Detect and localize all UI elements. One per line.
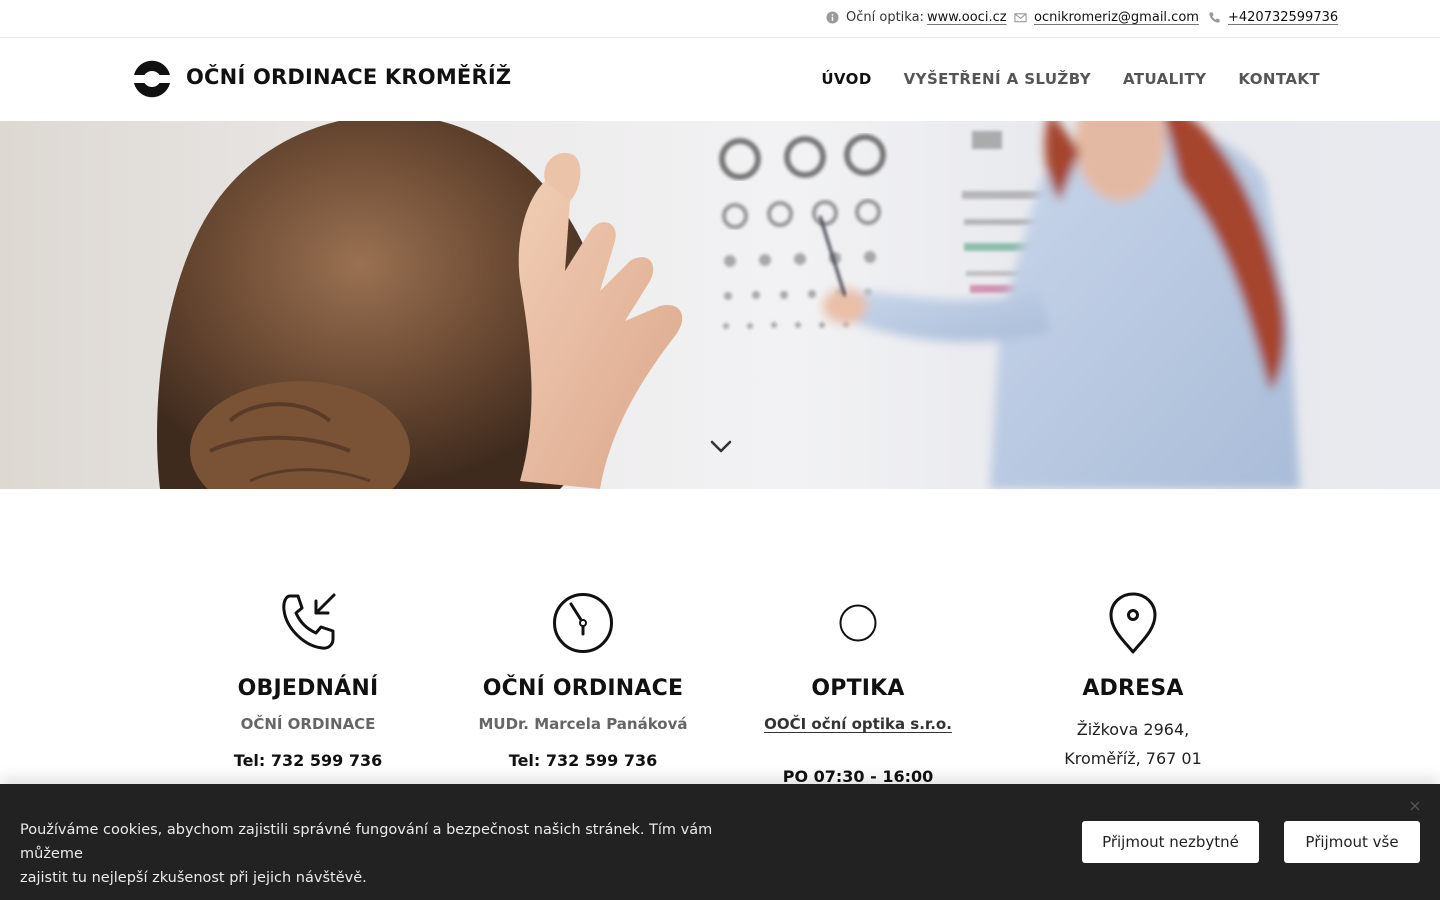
cookie-text-line-1: Používáme cookies, abychom zajistili spr… bbox=[20, 822, 713, 862]
feature-title: ADRESA bbox=[1082, 676, 1184, 701]
address-line-2: Kroměříž, 767 01 bbox=[1064, 749, 1202, 768]
feature-objednani: OBJEDNÁNÍ OČNÍ ORDINACE Tel: 732 599 736 bbox=[170, 590, 446, 770]
nav-item-atuality[interactable]: ATUALITY bbox=[1123, 70, 1206, 88]
optics-info: Oční optika: www.ooci.cz bbox=[826, 10, 1007, 25]
hero-illustration bbox=[157, 121, 1300, 489]
clock-icon bbox=[553, 593, 613, 653]
cookie-banner: Používáme cookies, abychom zajistili spr… bbox=[0, 784, 1440, 900]
features-section: OBJEDNÁNÍ OČNÍ ORDINACE Tel: 732 599 736… bbox=[170, 590, 1270, 800]
cookie-text-line-2: zajistit tu nejlepší zkušenost při jejic… bbox=[20, 870, 367, 886]
feature-phone: Tel: 732 599 736 bbox=[508, 751, 658, 770]
optika-link[interactable]: OOČI oční optika s.r.o. bbox=[720, 715, 996, 733]
main-nav: ÚVOD VYŠETŘENÍ A SLUŽBY ATUALITY KONTAKT bbox=[789, 70, 1320, 88]
feature-address: Žižkova 2964, Kroměříž, 767 01 bbox=[995, 715, 1271, 773]
feature-optika: OPTIKA OOČI oční optika s.r.o. PO 07:30 … bbox=[720, 590, 996, 786]
phone-incoming-icon bbox=[282, 593, 336, 650]
accept-necessary-button[interactable]: Přijmout nezbytné bbox=[1082, 821, 1259, 863]
mail-icon bbox=[1014, 13, 1027, 23]
feature-title: OBJEDNÁNÍ bbox=[237, 676, 379, 701]
feature-phone: Tel: 732 599 736 bbox=[233, 751, 383, 770]
map-pin-icon bbox=[1109, 592, 1157, 654]
optics-link[interactable]: www.ooci.cz bbox=[927, 10, 1007, 25]
email-info: ocnikromeriz@gmail.com bbox=[1014, 10, 1199, 25]
info-icon bbox=[826, 11, 839, 24]
site-header: OČNÍ ORDINACE KROMĚŘÍŽ ÚVOD VYŠETŘENÍ A … bbox=[0, 39, 1440, 121]
feature-adresa: ADRESA Žižkova 2964, Kroměříž, 767 01 bbox=[995, 590, 1271, 773]
phone-info: +420732599736 bbox=[1208, 10, 1338, 25]
logo-icon[interactable] bbox=[130, 57, 174, 101]
feature-subtitle: OČNÍ ORDINACE bbox=[240, 715, 376, 733]
nav-item-uvod[interactable]: ÚVOD bbox=[821, 70, 871, 88]
nav-item-kontakt[interactable]: KONTAKT bbox=[1238, 70, 1320, 88]
close-icon[interactable]: × bbox=[1407, 798, 1423, 814]
nav-item-vysetreni[interactable]: VYŠETŘENÍ A SLUŽBY bbox=[904, 70, 1091, 88]
circle-icon bbox=[839, 604, 877, 642]
site-brand[interactable]: OČNÍ ORDINACE KROMĚŘÍŽ bbox=[186, 65, 511, 89]
hero-image bbox=[0, 121, 1440, 489]
feature-title: OČNÍ ORDINACE bbox=[482, 676, 684, 701]
top-bar: Oční optika: www.ooci.cz ocnikromeriz@gm… bbox=[0, 0, 1440, 38]
optics-label: Oční optika: bbox=[846, 10, 924, 25]
accept-all-button[interactable]: Přijmout vše bbox=[1284, 821, 1420, 863]
cookie-message: Používáme cookies, abychom zajistili spr… bbox=[20, 818, 760, 890]
feature-ocni-ordinace: OČNÍ ORDINACE MUDr. Marcela Panáková Tel… bbox=[445, 590, 721, 770]
address-line-1: Žižkova 2964, bbox=[1076, 720, 1190, 739]
feature-title: OPTIKA bbox=[811, 676, 905, 701]
feature-subtitle: MUDr. Marcela Panáková bbox=[478, 715, 688, 733]
phone-link[interactable]: +420732599736 bbox=[1228, 10, 1338, 25]
phone-icon bbox=[1209, 12, 1220, 23]
chevron-down-icon[interactable] bbox=[708, 436, 734, 458]
email-link[interactable]: ocnikromeriz@gmail.com bbox=[1034, 10, 1199, 25]
